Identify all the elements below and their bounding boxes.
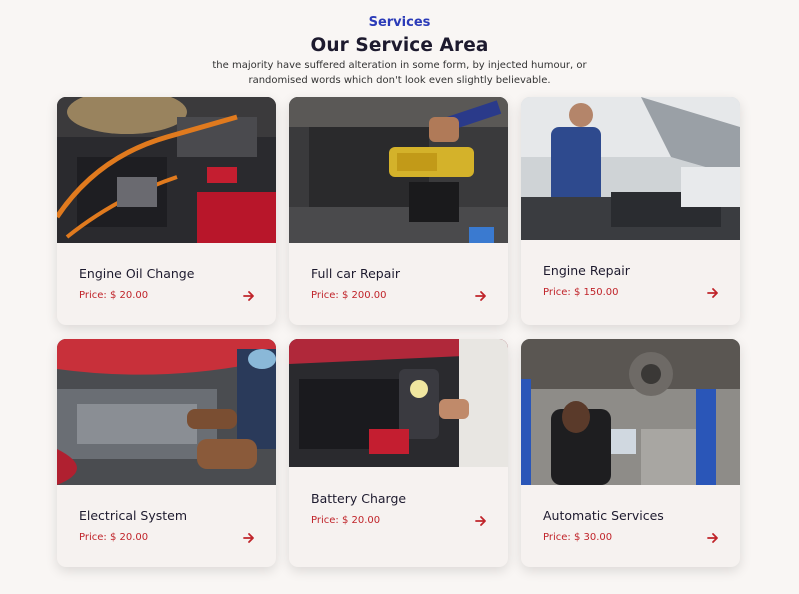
service-name: Automatic Services bbox=[543, 508, 664, 523]
service-price: Price: $ 20.00 bbox=[79, 290, 149, 301]
service-card-electrical-system[interactable]: Electrical System Price: $ 20.00 bbox=[57, 339, 276, 567]
page-title: Our Service Area bbox=[310, 35, 489, 56]
battery-tester-photo bbox=[289, 339, 508, 467]
pouring-motor-oil-photo bbox=[289, 97, 508, 243]
service-card-engine-repair[interactable]: Engine Repair Price: $ 150.00 bbox=[521, 97, 740, 325]
service-name: Electrical System bbox=[79, 508, 188, 523]
service-name: Full car Repair bbox=[311, 266, 401, 281]
section-eyebrow: Services bbox=[368, 15, 431, 30]
service-card-automatic-services[interactable]: Automatic Services Price: $ 30.00 bbox=[521, 339, 740, 567]
service-price: Price: $ 20.00 bbox=[79, 532, 149, 543]
arrow-right-icon[interactable] bbox=[242, 531, 256, 545]
arrow-right-icon[interactable] bbox=[706, 531, 720, 545]
arrow-right-icon[interactable] bbox=[706, 286, 720, 300]
service-price: Price: $ 30.00 bbox=[543, 532, 613, 543]
service-price: Price: $ 150.00 bbox=[543, 287, 619, 298]
arrow-right-icon[interactable] bbox=[242, 289, 256, 303]
service-price: Price: $ 200.00 bbox=[311, 290, 387, 301]
arrow-right-icon[interactable] bbox=[474, 289, 488, 303]
brake-inspection-photo bbox=[521, 339, 740, 485]
service-name: Battery Charge bbox=[311, 491, 407, 506]
service-price: Price: $ 20.00 bbox=[311, 515, 381, 526]
service-card-full-car-repair[interactable]: Full car Repair Price: $ 200.00 bbox=[289, 97, 508, 325]
service-name: Engine Oil Change bbox=[79, 266, 195, 281]
service-name: Engine Repair bbox=[543, 263, 630, 278]
arrow-right-icon[interactable] bbox=[474, 514, 488, 528]
engine-jumper-cables-photo bbox=[57, 97, 276, 243]
service-card-engine-oil-change[interactable]: Engine Oil Change Price: $ 20.00 bbox=[57, 97, 276, 325]
service-card-battery-charge[interactable]: Battery Charge Price: $ 20.00 bbox=[289, 339, 508, 567]
mechanic-under-hood-photo bbox=[521, 97, 740, 240]
section-subtitle: the majority have suffered alteration in… bbox=[212, 60, 587, 86]
mechanic-hands-engine-photo bbox=[57, 339, 276, 485]
